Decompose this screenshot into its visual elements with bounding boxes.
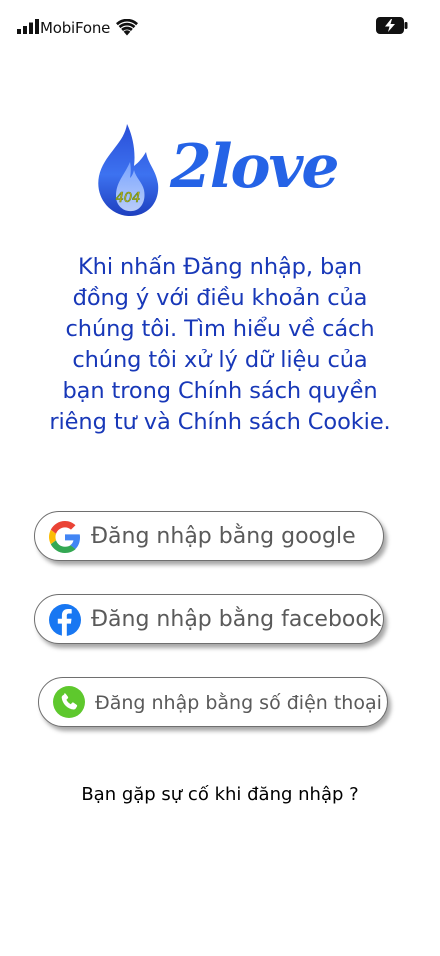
carrier-name: MobiFone	[40, 19, 111, 37]
facebook-login-label: Đăng nhập bằng facebook	[91, 607, 382, 632]
terms-notice: Khi nhấn Đăng nhập, bạn đồng ý với điều …	[49, 254, 391, 435]
flame-icon: 404	[98, 124, 159, 217]
login-trouble-link[interactable]: Bạn gặp sự cố khi đăng nhập ?	[0, 784, 440, 805]
phone-login-label: Đăng nhập bằng số điện thoại	[95, 692, 382, 714]
battery-charging-icon	[376, 17, 408, 34]
facebook-icon	[49, 604, 81, 636]
logo-badge-text: 404	[116, 191, 141, 206]
google-icon	[49, 521, 80, 553]
app-wordmark: 2love	[170, 132, 340, 202]
status-bar: MobiFone	[0, 0, 440, 50]
login-screen: MobiFone 404 2love Khi nhấn Đăng nhập, b…	[0, 0, 440, 956]
phone-icon	[53, 686, 85, 718]
wifi-icon	[116, 19, 138, 36]
facebook-login-button[interactable]: Đăng nhập bằng facebook	[34, 594, 384, 644]
signal-strength-icon	[17, 19, 39, 34]
google-login-button[interactable]: Đăng nhập bằng google	[34, 511, 384, 561]
google-login-label: Đăng nhập bằng google	[91, 524, 356, 549]
app-logo: 404 2love	[94, 122, 354, 220]
phone-login-button[interactable]: Đăng nhập bằng số điện thoại	[38, 677, 388, 727]
